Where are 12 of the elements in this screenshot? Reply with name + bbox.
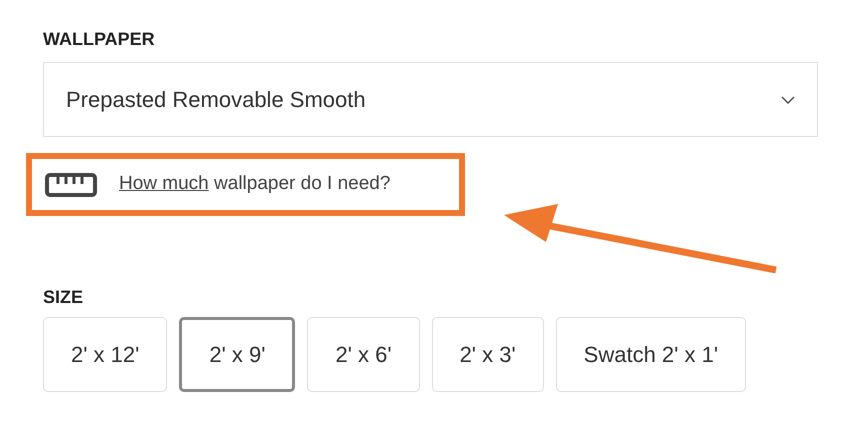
how-much-link[interactable]: How much — [119, 173, 209, 194]
size-option[interactable]: 2' x 3' — [432, 317, 544, 392]
section-label: SIZE — [43, 286, 84, 309]
wallpaper-select[interactable]: Prepasted Removable Smooth — [43, 62, 818, 137]
guide-text: How much wallpaper do I need? — [119, 172, 390, 196]
section-label: WALLPAPER — [43, 28, 155, 51]
size-option[interactable]: Swatch 2' x 1' — [556, 317, 746, 392]
size-option[interactable]: 2' x 6' — [307, 317, 420, 392]
size-option[interactable]: 2' x 12' — [43, 317, 168, 392]
ruler-icon — [45, 172, 97, 196]
chevron-down-icon — [781, 96, 795, 104]
size-option[interactable]: 2' x 9' — [179, 317, 296, 392]
